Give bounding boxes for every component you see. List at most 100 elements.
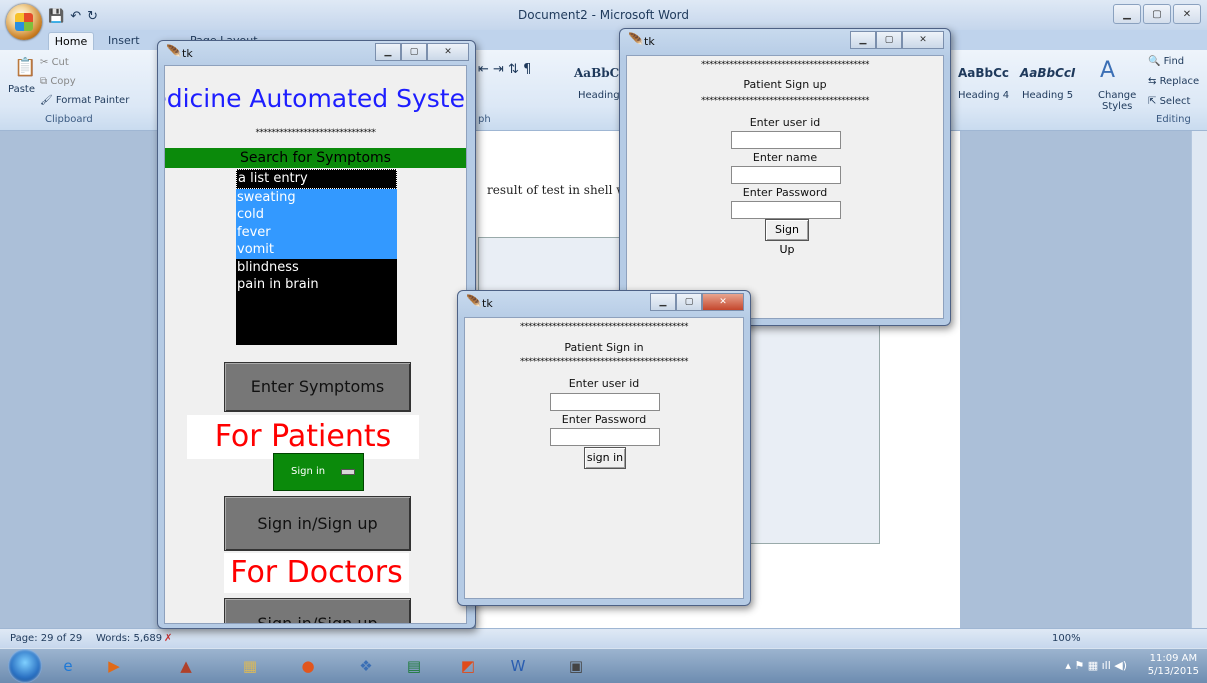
symptom-list-item[interactable]: fever: [236, 223, 397, 241]
feather-icon: 🪶: [628, 33, 645, 48]
style-heading4-preview[interactable]: AaBbCc: [958, 66, 1009, 80]
firefox-icon[interactable]: ●: [290, 652, 326, 680]
signin-password-field[interactable]: [550, 428, 660, 446]
signin-title-bar[interactable]: 🪶 tk ▁ ▢ ✕: [458, 291, 750, 315]
status-bar: Page: 29 of 29 Words: 5,689 ✗ 100%: [0, 628, 1207, 649]
paragraph-group-label: ph: [478, 114, 491, 125]
symptom-list-item[interactable]: a list entry: [236, 169, 397, 189]
symptom-listbox[interactable]: a list entry sweating cold fever vomit blindn…: [236, 169, 397, 345]
enter-symptoms-button[interactable]: Enter Symptoms: [224, 362, 411, 412]
pdf-icon[interactable]: ◩: [450, 652, 486, 680]
redo-icon[interactable]: ↻: [87, 9, 98, 24]
copy-button[interactable]: ⧉ Copy: [40, 76, 76, 87]
paste-icon[interactable]: 📋: [14, 57, 36, 78]
excel-icon[interactable]: ▤: [396, 652, 432, 680]
start-button[interactable]: [8, 649, 42, 683]
style-heading-preview[interactable]: AaBbC: [574, 66, 619, 80]
sign-in-menubutton[interactable]: Sign in: [273, 453, 364, 491]
doctor-sign-in-up-button[interactable]: Sign in/Sign up: [224, 598, 411, 623]
signin-heading: Patient Sign in: [564, 341, 644, 354]
style-heading5-name[interactable]: Heading 5: [1022, 90, 1073, 101]
signup-user-id-label: Enter user id: [749, 116, 821, 129]
quick-access-toolbar: 💾 ↶ ↻: [48, 6, 98, 26]
media-icon[interactable]: ▶: [96, 652, 132, 680]
change-styles-icon[interactable]: A: [1100, 58, 1115, 83]
find-button[interactable]: 🔍 Find: [1148, 56, 1184, 67]
close-button[interactable]: ✕: [902, 31, 944, 49]
explorer-icon[interactable]: ▦: [232, 652, 268, 680]
change-styles-button[interactable]: Change Styles: [1098, 90, 1136, 112]
signin-stars-top: ****************************************…: [520, 322, 689, 332]
sign-in-button[interactable]: sign in: [584, 447, 626, 469]
main-window-title: tk: [182, 47, 193, 60]
search-symptoms-label: Search for Symptoms: [165, 148, 466, 168]
signup-name-label: Enter name: [752, 151, 818, 164]
minimize-button[interactable]: ▁: [850, 31, 876, 49]
clock[interactable]: 11:09 AM 5/13/2015: [1148, 652, 1199, 678]
main-title-bar[interactable]: 🪶 tk ▁ ▢ ✕: [158, 41, 475, 65]
signin-password-label: Enter Password: [561, 413, 647, 426]
heading-stars: ******************************: [255, 128, 377, 138]
feather-icon: 🪶: [166, 45, 183, 60]
signin-stars-bottom: ****************************************…: [520, 357, 689, 367]
signup-tk-window: 🪶 tk ▁ ▢ ✕ *****************************…: [619, 28, 951, 326]
symptom-list-item[interactable]: sweating: [236, 188, 397, 206]
select-button[interactable]: ⇱ Select: [1148, 96, 1190, 107]
cut-button[interactable]: ✂ Cut: [40, 57, 69, 68]
symptom-list-item[interactable]: pain in brain: [236, 276, 397, 294]
maximize-button[interactable]: ▢: [401, 43, 427, 61]
word-count[interactable]: Words: 5,689: [96, 633, 162, 644]
main-client-area: elemedicine Automated Syste ************…: [164, 65, 467, 624]
signin-user-id-label: Enter user id: [568, 377, 640, 390]
signin-window-title: tk: [482, 297, 493, 310]
replace-button[interactable]: ⇆ Replace: [1148, 76, 1199, 87]
symptom-list-item[interactable]: blindness: [236, 259, 397, 277]
paste-label[interactable]: Paste: [8, 84, 35, 95]
style-heading4-name[interactable]: Heading 4: [958, 90, 1009, 101]
signup-title-bar[interactable]: 🪶 tk ▁ ▢ ✕: [620, 29, 950, 53]
save-icon[interactable]: 💾: [48, 9, 64, 24]
office-button[interactable]: [6, 4, 42, 40]
taskbar: e ▶ ▲ ▦ ● ❖ ▤ ◩ W ▣ ▴ ⚑ ▦ ıll ◀) 11:09 A…: [0, 648, 1207, 683]
proofing-icon[interactable]: ✗: [164, 633, 172, 644]
word-window-title: Document2 - Microsoft Word: [517, 8, 690, 22]
word-taskbar-icon[interactable]: W: [500, 652, 536, 680]
symptom-list-item[interactable]: cold: [236, 206, 397, 224]
signup-user-id-field[interactable]: [731, 131, 841, 149]
matlab-icon[interactable]: ▲: [168, 652, 204, 680]
close-button[interactable]: ✕: [427, 43, 469, 61]
style-heading-name[interactable]: Heading: [578, 90, 620, 101]
undo-icon[interactable]: ↶: [70, 9, 81, 24]
maximize-button[interactable]: ▢: [676, 293, 702, 311]
minimize-button[interactable]: ▁: [1113, 4, 1141, 24]
style-heading5-preview[interactable]: AaBbCcI: [1020, 66, 1076, 80]
close-button[interactable]: ✕: [1173, 4, 1201, 24]
app-taskbar-icon[interactable]: ▣: [558, 652, 594, 680]
patient-sign-in-up-button[interactable]: Sign in/Sign up: [224, 496, 411, 551]
maximize-button[interactable]: ▢: [876, 31, 902, 49]
minimize-button[interactable]: ▁: [375, 43, 401, 61]
symptom-list-item[interactable]: vomit: [236, 241, 397, 259]
page-indicator[interactable]: Page: 29 of 29: [10, 633, 82, 644]
format-painter-button[interactable]: 🖌 Format Painter: [40, 95, 129, 106]
zoom-level[interactable]: 100%: [1052, 633, 1081, 644]
sign-in-label: Sign in: [291, 466, 326, 477]
vertical-scrollbar[interactable]: [1191, 131, 1207, 628]
paragraph-icons[interactable]: ⇤ ⇥ ⇅ ¶: [478, 62, 531, 77]
clipboard-group-label: Clipboard: [45, 114, 93, 125]
for-doctors-heading: For Doctors: [224, 553, 409, 593]
signup-name-field[interactable]: [731, 166, 841, 184]
signup-password-field[interactable]: [731, 201, 841, 219]
tray-icons[interactable]: ▴ ⚑ ▦ ıll ◀): [1065, 659, 1127, 672]
maximize-button[interactable]: ▢: [1143, 4, 1171, 24]
ie-icon[interactable]: e: [50, 652, 86, 680]
minimize-button[interactable]: ▁: [650, 293, 676, 311]
python-icon[interactable]: ❖: [348, 652, 384, 680]
signin-user-id-field[interactable]: [550, 393, 660, 411]
editing-group-label: Editing: [1156, 114, 1191, 125]
close-button[interactable]: ✕: [702, 293, 744, 311]
tab-insert[interactable]: Insert: [108, 34, 140, 47]
tab-home[interactable]: Home: [48, 32, 94, 51]
signup-stars-bottom: ****************************************…: [701, 96, 870, 106]
sign-up-button[interactable]: Sign Up: [765, 219, 809, 256]
